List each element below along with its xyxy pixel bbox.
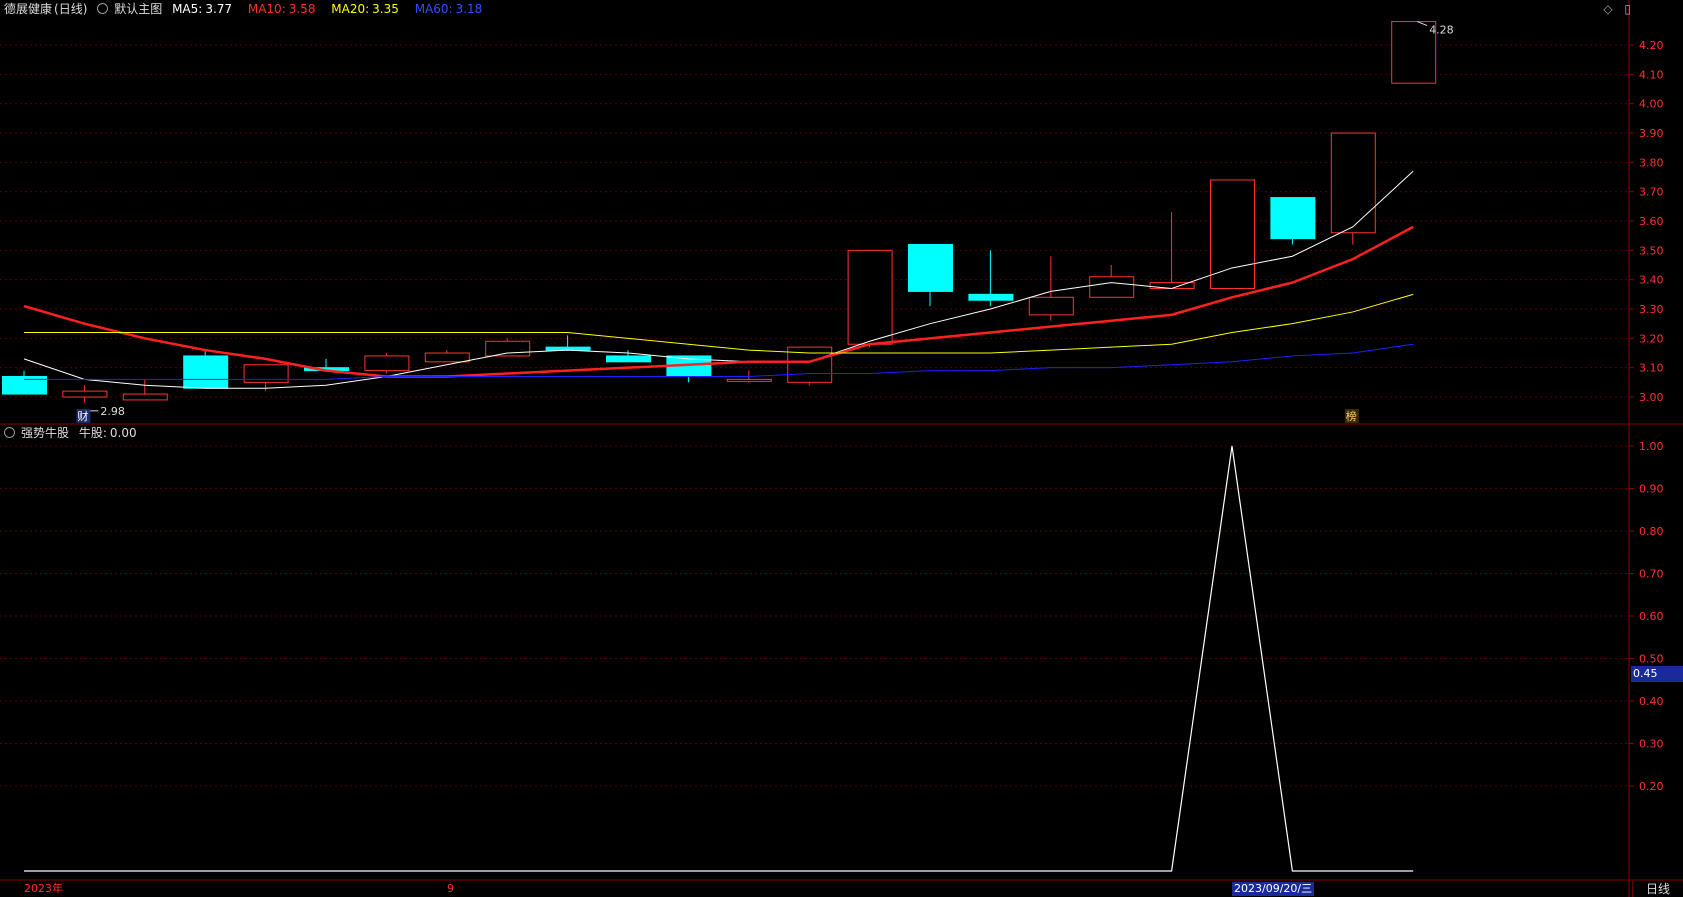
y-tick-label: 0.90 [1639, 483, 1664, 496]
candle-body [1330, 132, 1376, 234]
cursor-value-box: 0.45 [1631, 666, 1683, 682]
price-marker-label: 4.28 [1429, 24, 1454, 37]
settings-circle-icon[interactable] [97, 3, 109, 14]
ma-line-ma10 [23, 225, 1414, 378]
event-badge-label: 榜 [1346, 409, 1357, 423]
y-tick-label: 3.80 [1639, 156, 1664, 169]
indicator-line-bull-stock [24, 445, 1414, 872]
candle-body [908, 243, 953, 292]
candle-body [606, 355, 651, 363]
candle-body [183, 355, 229, 389]
main-pane-header: 德展健康 (日线) 默认主图 MA5: 3.77 MA10: 3.58 MA20: 3.… [4, 0, 494, 18]
y-tick-label: 4.20 [1639, 39, 1664, 52]
candles [2, 21, 1437, 403]
y-tick-label: 0.70 [1639, 568, 1664, 581]
candle-body [726, 378, 772, 382]
ma5-indicator: MA5: 3.77 [172, 2, 233, 16]
ma60-indicator: MA60: 3.18 [414, 2, 483, 16]
candle-body [1270, 197, 1316, 240]
candle-body [1028, 296, 1074, 316]
candle-body [364, 355, 410, 372]
y-tick-label: 0.80 [1639, 525, 1664, 538]
candle-body [424, 352, 470, 363]
period-button[interactable]: 日线 [1632, 881, 1683, 897]
diamond-icon[interactable]: ◇ [1603, 2, 1612, 16]
y-tick-label: 0.40 [1639, 695, 1664, 708]
ma10-indicator: MA10: 3.58 [247, 2, 316, 16]
y-tick-label: 3.70 [1639, 186, 1664, 199]
y-tick-label: 3.60 [1639, 215, 1664, 228]
candle-body [1089, 276, 1135, 298]
y-tick-label: 4.10 [1639, 68, 1664, 81]
y-tick-label: 3.50 [1639, 244, 1664, 257]
y-tick-label: 3.40 [1639, 274, 1664, 287]
stock-name: 德展健康 [4, 2, 53, 16]
event-badge-label: 财 [77, 409, 88, 423]
y-tick-label: 0.30 [1639, 738, 1664, 751]
candle-body [485, 340, 531, 357]
kline-chart[interactable]: 3.00 3.10 3.20 3.30 3.40 3.50 3.60 3.70 3.80 3.90… [0, 0, 1683, 897]
period-label: (日线) [54, 2, 88, 16]
y-tick-label: 3.30 [1639, 303, 1664, 316]
x-label-year: 2023年 [24, 882, 63, 895]
indicator-value: 0.00 [109, 426, 137, 440]
y-tick-label: 0.60 [1639, 610, 1664, 623]
settings-circle-icon[interactable] [4, 427, 15, 438]
candle-body [847, 249, 893, 345]
candle-body [62, 390, 108, 398]
candle-body [968, 293, 1014, 301]
y-tick-label: 3.20 [1639, 332, 1664, 345]
y-tick-label: 0.20 [1639, 780, 1664, 793]
y-tick-label: 1.00 [1639, 440, 1664, 453]
y-tick-label: 3.10 [1639, 362, 1664, 375]
sub-pane-header: 强势牛股 牛股: 0.00 [4, 424, 143, 442]
y-tick-label: 4.00 [1639, 98, 1664, 111]
ma-line-ma20 [24, 293, 1414, 354]
price-marker-label: 2.98 [100, 405, 125, 418]
candle-body [1210, 179, 1255, 289]
y-tick-label: 3.00 [1639, 391, 1664, 404]
template-label[interactable]: 默认主图 [114, 2, 162, 16]
indicator-series-label: 牛股: [78, 426, 107, 440]
pane-toolbar: ◇ ▯ [1595, 2, 1631, 16]
window-icon[interactable]: ▯ [1624, 2, 1631, 16]
ma-line-ma60 [24, 343, 1414, 380]
candle-body [122, 393, 168, 401]
indicator-name[interactable]: 强势牛股 [21, 426, 69, 440]
ma-line-ma5 [23, 170, 1414, 389]
x-label-cursor-date: 2023/09/20/三 [1232, 882, 1315, 896]
y-tick-label: 0.50 [1639, 653, 1664, 666]
y-tick-label: 3.90 [1639, 127, 1664, 140]
ma20-indicator: MA20: 3.35 [331, 2, 399, 16]
x-label-month: 9 [447, 882, 454, 895]
